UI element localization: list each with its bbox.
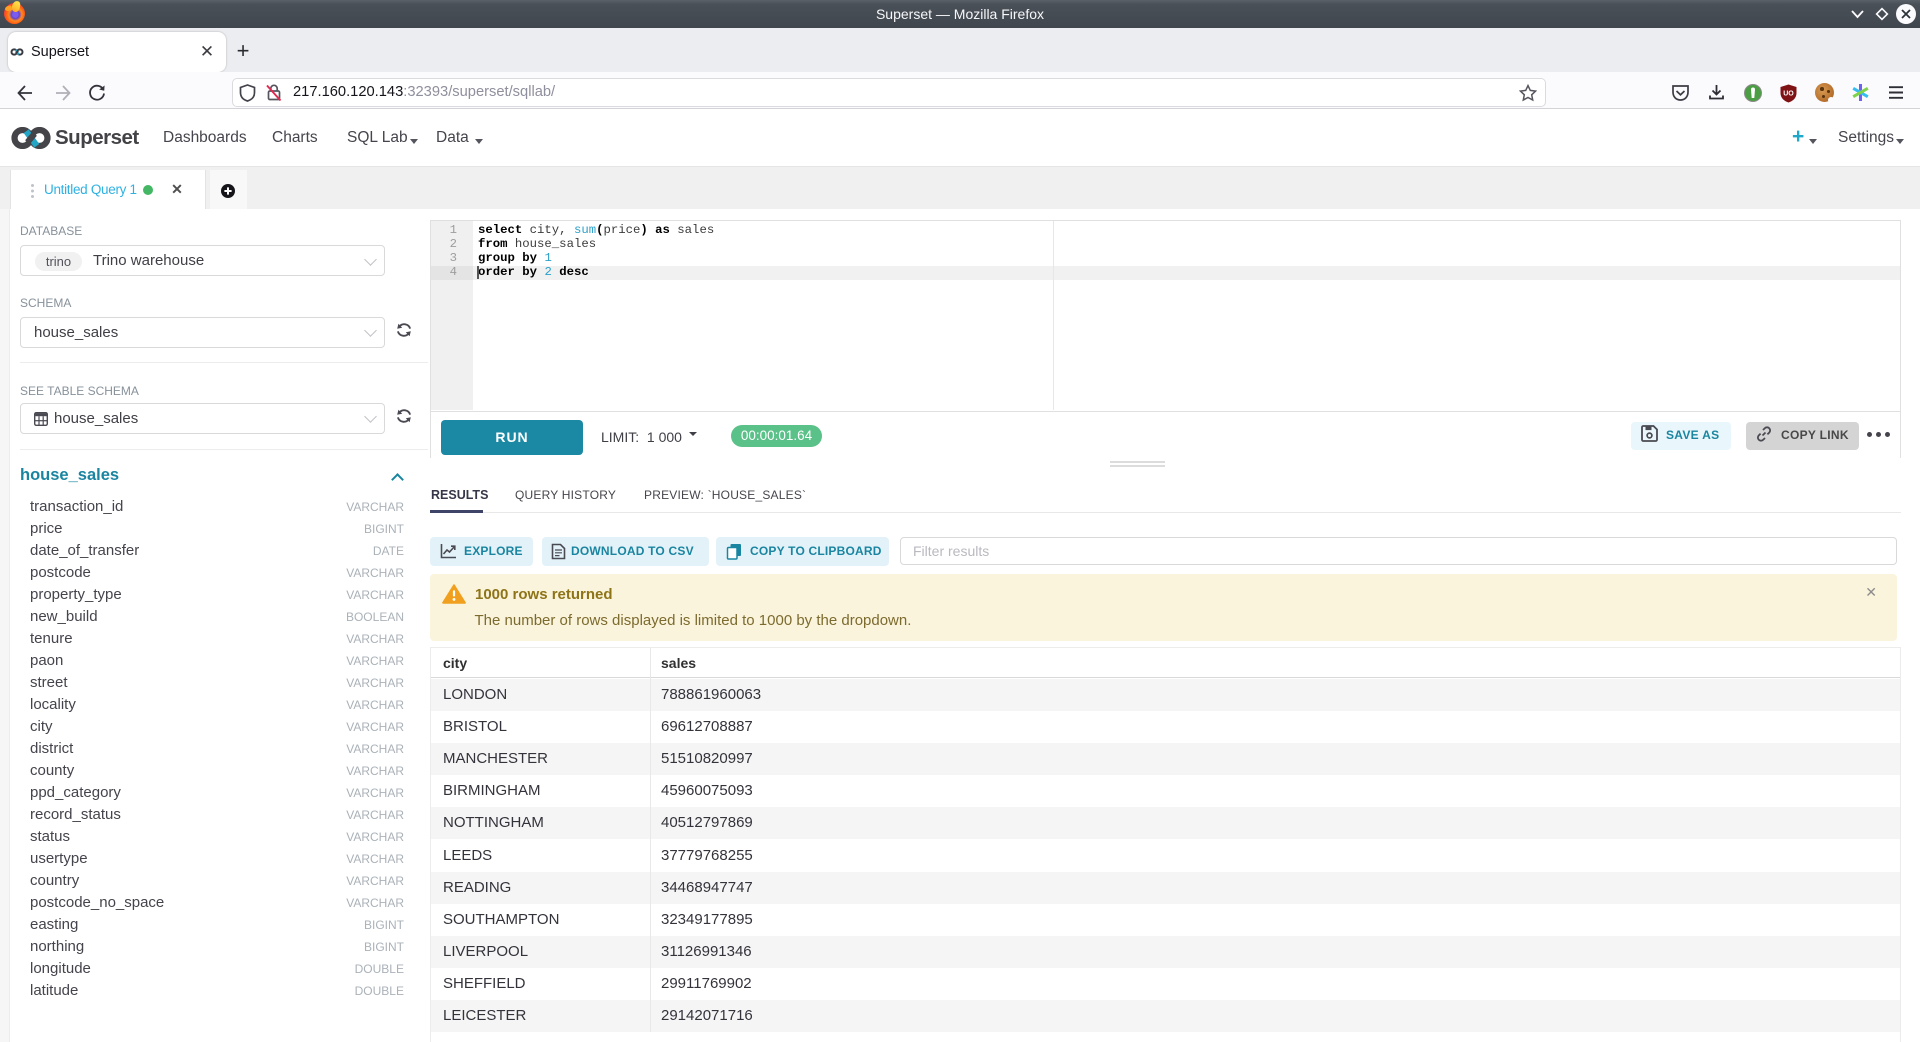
svg-text:UO: UO: [1783, 91, 1794, 98]
